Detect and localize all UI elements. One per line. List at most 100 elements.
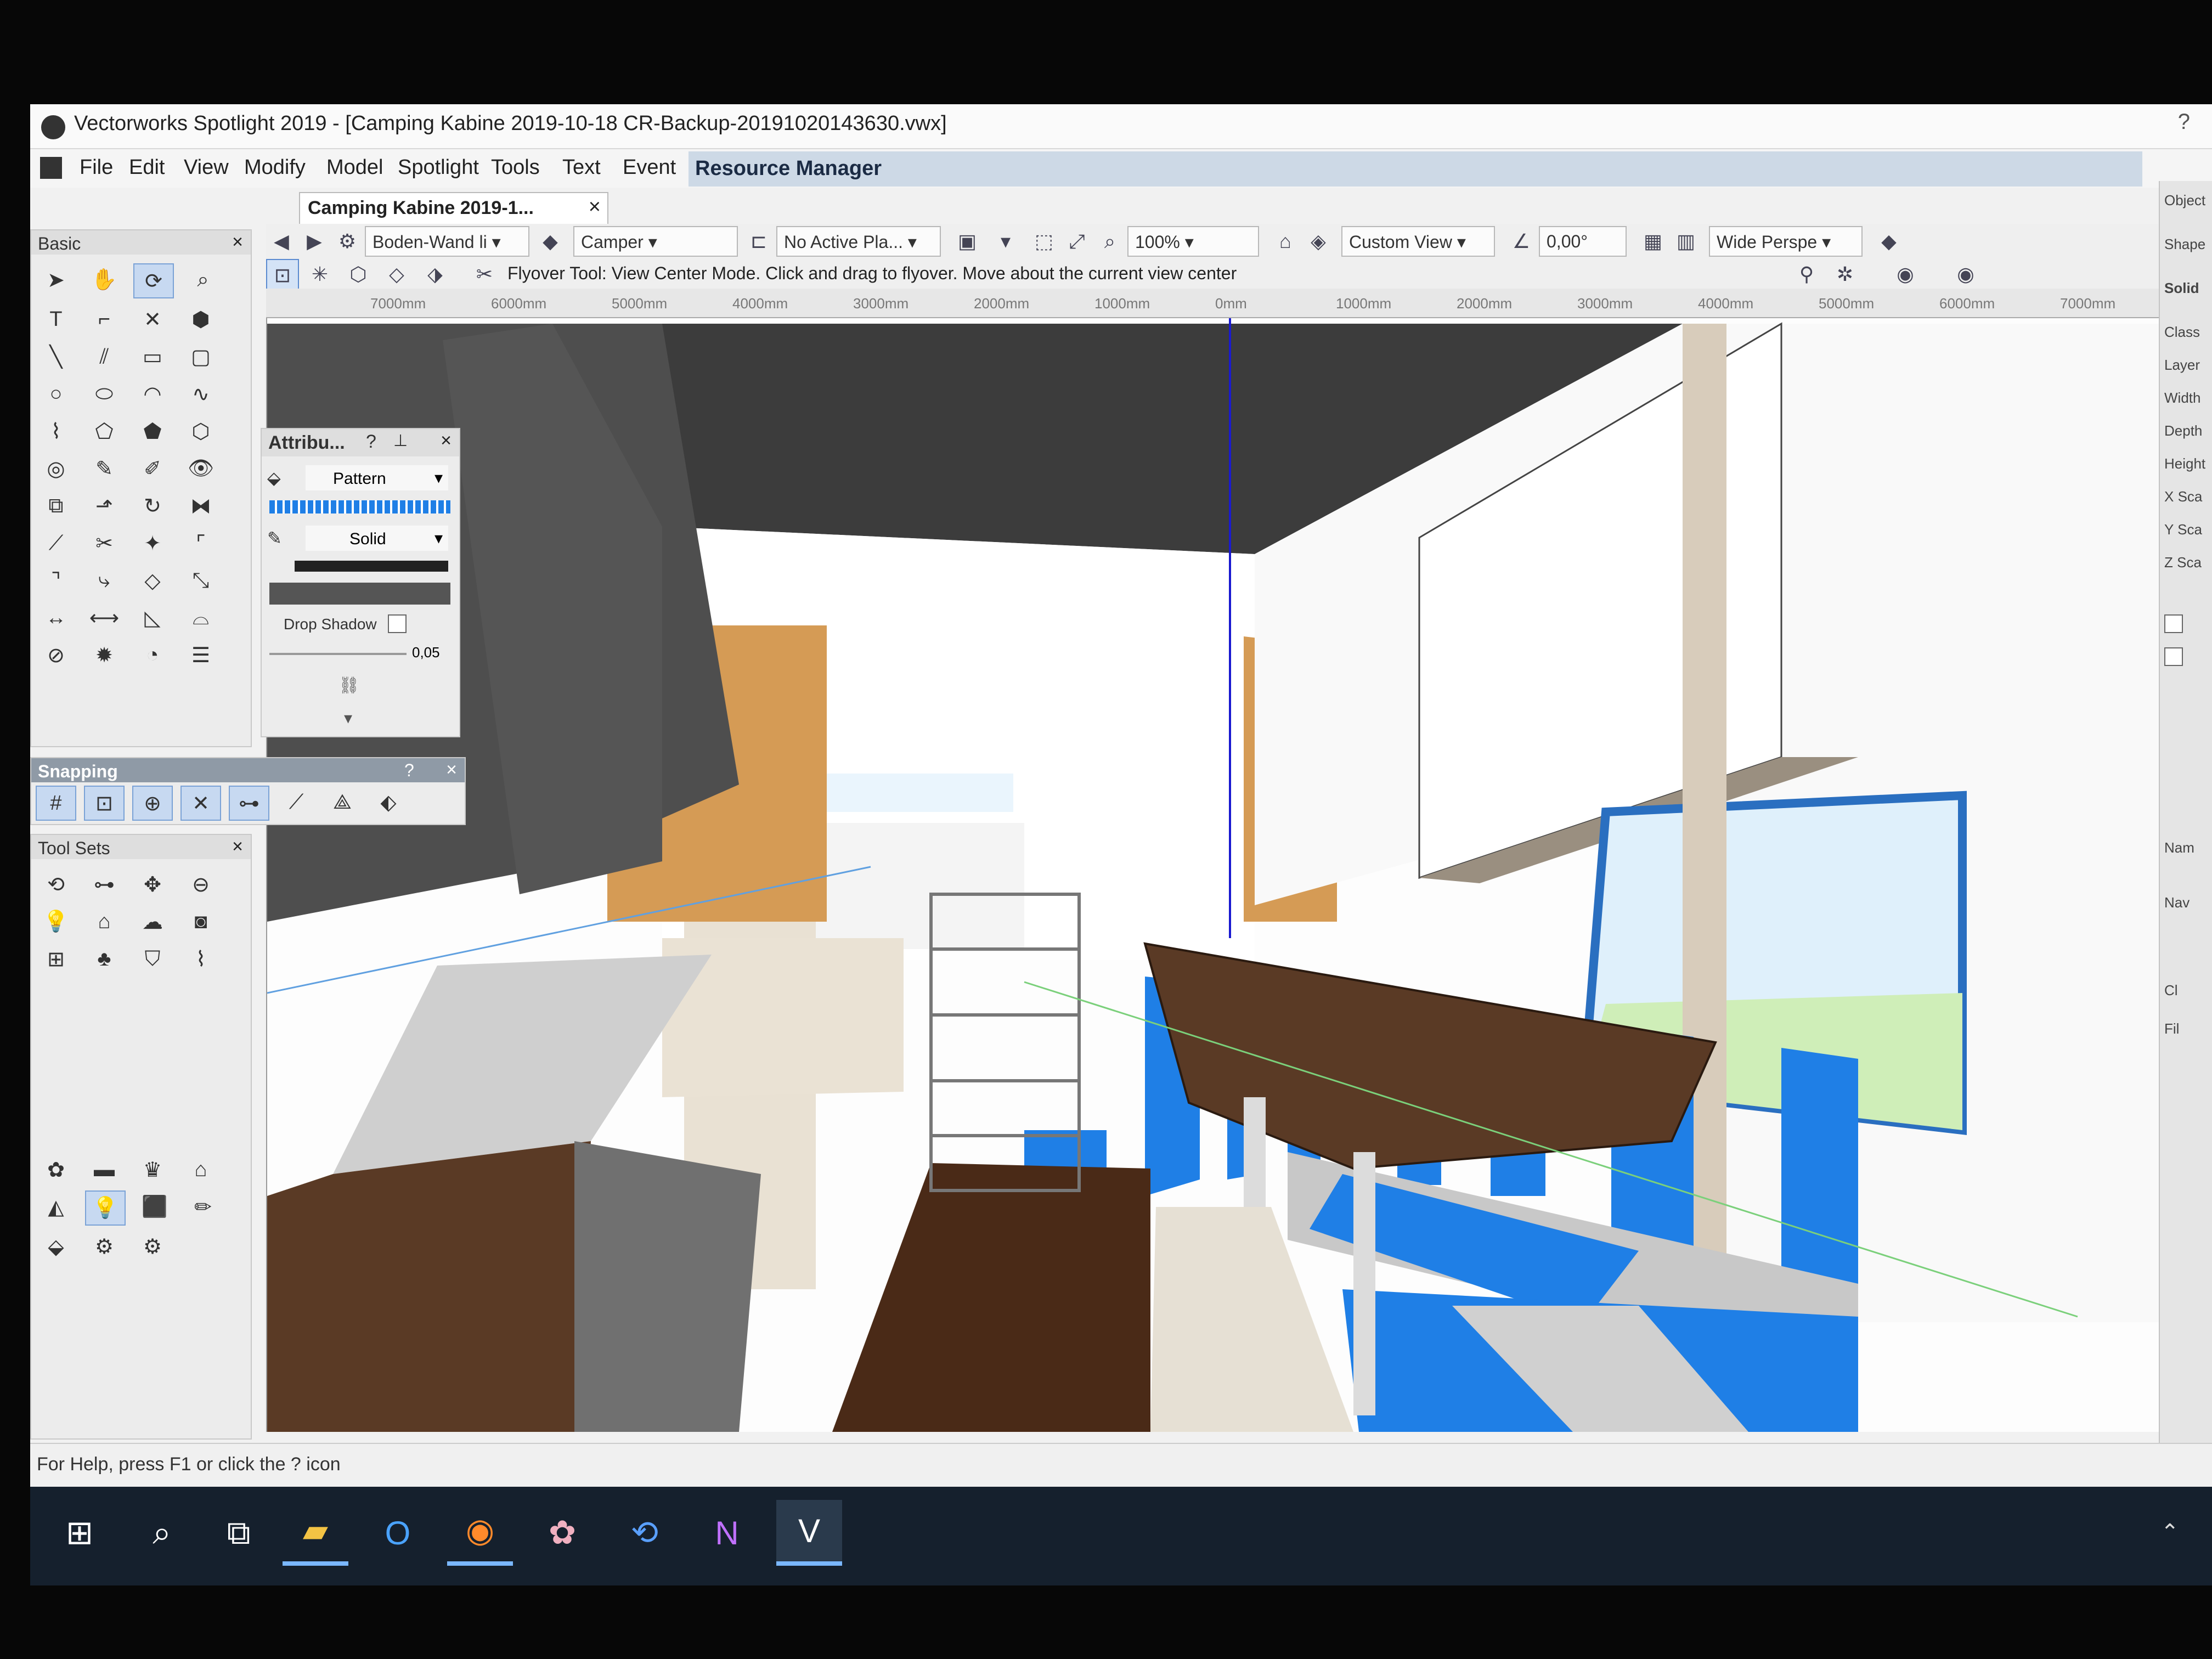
- trim-tool-icon[interactable]: ◇: [133, 564, 172, 597]
- crop-tool-icon[interactable]: ⊞: [37, 943, 75, 975]
- fill-style-dropdown[interactable]: Pattern ▾: [306, 465, 448, 490]
- snap-to-intersection-icon[interactable]: ✕: [180, 786, 221, 821]
- flyover-origin-mode-icon[interactable]: ✳: [304, 259, 335, 290]
- arc-tool-icon[interactable]: ◠: [133, 377, 172, 410]
- drape-tool-icon[interactable]: ☰: [182, 639, 220, 672]
- selection-tool-icon[interactable]: ➤: [37, 263, 75, 296]
- walkthrough-icon[interactable]: ⬗: [420, 259, 450, 290]
- text-tool-icon[interactable]: T: [37, 303, 75, 336]
- menu-tools[interactable]: Tools: [491, 156, 540, 179]
- class-dropdown[interactable]: Boden-Wand li ▾: [365, 226, 529, 257]
- close-icon[interactable]: ×: [232, 836, 243, 857]
- rotate-tool-icon[interactable]: ↻: [133, 489, 172, 522]
- spiral-tool-icon[interactable]: ◎: [37, 452, 75, 485]
- pipe-tool-icon[interactable]: ⌇: [182, 943, 220, 975]
- line-tool-icon[interactable]: ╲: [37, 340, 75, 373]
- cube-icon[interactable]: ⬡: [343, 259, 374, 290]
- layer-dropdown[interactable]: Camper ▾: [573, 226, 738, 257]
- zoom-dropdown[interactable]: 100% ▾: [1127, 226, 1259, 257]
- tape-measure-tool-icon[interactable]: ⟷: [85, 601, 123, 634]
- pan-tool-icon[interactable]: ✋: [85, 263, 123, 296]
- palette-box-icon[interactable]: ⬛: [136, 1190, 174, 1223]
- dimension-tool-icon[interactable]: ↔: [37, 601, 75, 634]
- preferences-icon[interactable]: ✂: [469, 259, 500, 290]
- palette-link-icon[interactable]: ⚙: [85, 1230, 123, 1263]
- callout-tool-icon[interactable]: ⌐: [85, 303, 123, 336]
- oval-tool-icon[interactable]: ⬭: [85, 377, 123, 410]
- menu-file[interactable]: File: [80, 156, 113, 179]
- connect-tool-icon[interactable]: ⤷: [85, 564, 123, 597]
- globe-icon[interactable]: ◉: [1890, 259, 1921, 290]
- menu-view[interactable]: View: [184, 156, 229, 179]
- pin-icon[interactable]: ⊥: [393, 431, 408, 450]
- active-plane-dropdown[interactable]: No Active Pla... ▾: [776, 226, 941, 257]
- building-tool-icon[interactable]: ⌂: [85, 905, 123, 938]
- radius-tool-icon[interactable]: ◔: [133, 639, 172, 672]
- clip-tool-icon[interactable]: ✦: [133, 527, 172, 560]
- projection-dropdown[interactable]: Wide Perspe ▾: [1709, 226, 1863, 257]
- palette-house-icon[interactable]: ⌂: [182, 1153, 220, 1186]
- menu-model[interactable]: Model: [326, 156, 383, 179]
- pen-style-dropdown[interactable]: Solid ▾: [306, 526, 448, 551]
- camera-tool-icon[interactable]: ◙: [182, 905, 220, 938]
- regular-polygon-tool-icon[interactable]: ⬡: [182, 415, 220, 448]
- close-tab-icon[interactable]: ×: [589, 195, 601, 219]
- menu-spotlight[interactable]: Spotlight: [398, 156, 479, 179]
- rectangle-tool-icon[interactable]: ▭: [133, 340, 172, 373]
- flyover-center-mode-icon[interactable]: ⊡: [266, 259, 299, 292]
- fill-pattern-swatch[interactable]: [269, 500, 450, 514]
- expand-arrow-icon[interactable]: ▾: [344, 709, 352, 728]
- plane-mode-icon[interactable]: ◇: [381, 259, 412, 290]
- snap-to-surface-icon[interactable]: ⬖: [369, 786, 408, 819]
- mirror-tool-icon[interactable]: ⧓: [182, 489, 220, 522]
- layout-icon[interactable]: ▥: [1671, 226, 1701, 257]
- back-arrow-icon[interactable]: ◀: [266, 226, 297, 257]
- freehand-tool-icon[interactable]: ∿: [182, 377, 220, 410]
- circle-tool-icon[interactable]: ○: [37, 377, 75, 410]
- working-plane-icon[interactable]: ⊏: [743, 226, 774, 257]
- smart-points-icon[interactable]: ⟋: [277, 786, 315, 819]
- smart-edge-icon[interactable]: ⟁: [323, 786, 362, 819]
- eyedropper-tool-icon[interactable]: ✎: [85, 452, 123, 485]
- document-tab[interactable]: Camping Kabine 2019-1... ×: [299, 192, 608, 224]
- snap-to-grid-icon[interactable]: #: [36, 786, 76, 821]
- palette-shapes-icon[interactable]: ◭: [37, 1190, 75, 1223]
- fit-view-icon[interactable]: ⤢: [1062, 226, 1092, 257]
- help-icon[interactable]: ?: [2178, 110, 2190, 134]
- flyover-tool-icon[interactable]: ⟳: [133, 263, 174, 298]
- zoom-icon[interactable]: ⌕: [1094, 226, 1125, 257]
- menu-modify[interactable]: Modify: [244, 156, 306, 179]
- double-line-polygon-tool-icon[interactable]: ⬟: [133, 415, 172, 448]
- help-icon[interactable]: ?: [366, 431, 376, 453]
- show-hidden-icons-chevron-icon[interactable]: ⌃: [2160, 1520, 2179, 1545]
- palette-visualization-icon[interactable]: 💡: [85, 1190, 126, 1226]
- windows-start-icon[interactable]: ⊞: [47, 1500, 112, 1566]
- option-checkbox[interactable]: [2164, 614, 2183, 633]
- palette-crown-icon[interactable]: ♛: [133, 1153, 172, 1186]
- palette-truss-icon[interactable]: ▬: [85, 1153, 123, 1186]
- protractor-tool-icon[interactable]: ⌓: [182, 601, 220, 634]
- zoom-tool-icon[interactable]: ⌕: [184, 263, 222, 296]
- link-icon[interactable]: ⛓: [338, 676, 359, 695]
- truss-tool-icon[interactable]: ⊶: [85, 868, 123, 901]
- locus-tool-icon[interactable]: ✕: [133, 303, 172, 336]
- move-by-points-tool-icon[interactable]: ⧉: [37, 489, 75, 522]
- search-icon[interactable]: ⌕: [129, 1500, 195, 1566]
- light-tool-icon[interactable]: 💡: [37, 905, 75, 938]
- resource-manager-bar[interactable]: Resource Manager: [689, 151, 2142, 187]
- snap-to-object-icon[interactable]: ⊡: [84, 786, 125, 821]
- polyline-tool-icon[interactable]: ⌇: [37, 415, 75, 448]
- firefox-icon[interactable]: ◉: [447, 1500, 513, 1566]
- render-mode-icon[interactable]: ▾: [990, 226, 1021, 257]
- custom-view-dropdown[interactable]: Custom View ▾: [1341, 226, 1495, 257]
- visibility-tool-icon[interactable]: 👁: [182, 452, 220, 485]
- polygon-tool-icon[interactable]: ⬠: [85, 415, 123, 448]
- close-icon[interactable]: ×: [446, 759, 457, 781]
- menu-text[interactable]: Text: [562, 156, 601, 179]
- close-icon[interactable]: ×: [441, 430, 452, 452]
- fillet-tool-icon[interactable]: ⌜: [182, 527, 220, 560]
- forward-arrow-icon[interactable]: ▶: [299, 226, 330, 257]
- plane-icon[interactable]: ◈: [1303, 226, 1334, 257]
- help-icon[interactable]: ?: [404, 760, 414, 781]
- snap-to-angle-icon[interactable]: ⊕: [132, 786, 173, 821]
